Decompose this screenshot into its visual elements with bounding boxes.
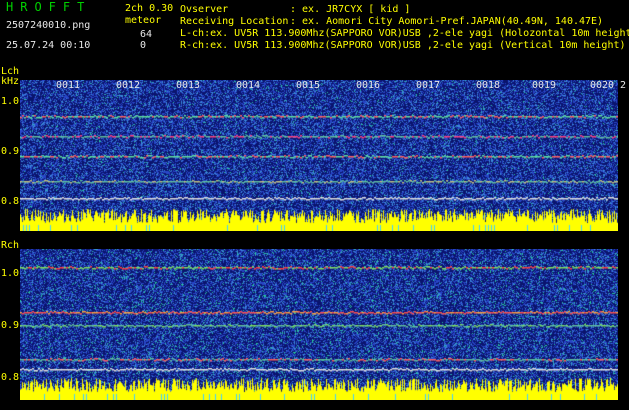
observer-value: : ex. JR7CYX [ kid ] — [290, 4, 411, 15]
time-tick: 0013 — [176, 80, 201, 91]
time-tick: 0018 — [476, 80, 501, 91]
lch-count: 64 — [140, 29, 153, 40]
time-tick: 2 — [620, 80, 627, 91]
rch-info-line: R-ch:ex. UV5R 113.900Mhz(SAPPORO VOR)USB… — [180, 40, 626, 51]
lch-ytick-1: 1.0 — [1, 96, 20, 107]
observer-label: Ovserver — [180, 4, 229, 15]
lch-ytick-3: 0.8 — [1, 196, 20, 207]
lch-ytick-2: 0.9 — [1, 146, 20, 157]
time-tick: 0015 — [296, 80, 321, 91]
rch-ytick-2: 0.9 — [1, 320, 20, 331]
lch-spectrogram — [20, 80, 618, 231]
time-tick: 0014 — [236, 80, 261, 91]
time-tick: 0011 — [56, 80, 81, 91]
mode-label: meteor — [125, 15, 162, 26]
time-tick: 0012 — [116, 80, 141, 91]
location-value: : ex. Aomori City Aomori-Pref.JAPAN(40.4… — [290, 16, 604, 27]
rch-title: Rch — [1, 240, 20, 251]
rch-count: 0 — [140, 40, 147, 51]
lch-info-line: L-ch:ex. UV5R 113.900Mhz(SAPPORO VOR)USB… — [180, 28, 629, 39]
time-tick: 0020 — [590, 80, 615, 91]
datetime-label: 25.07.24 00:10 — [6, 40, 91, 51]
lch-unit: kHz — [1, 76, 20, 87]
rch-spectrogram — [20, 249, 618, 400]
version-label: 2ch 0.30 — [125, 3, 174, 14]
time-tick: 0017 — [416, 80, 441, 91]
rch-ytick-3: 0.8 — [1, 372, 20, 383]
location-label: Receiving Location — [180, 16, 289, 27]
app-name: HROFFT — [6, 0, 92, 14]
filename-label: 2507240010.png — [6, 20, 91, 31]
rch-ytick-1: 1.0 — [1, 268, 20, 279]
time-tick: 0016 — [356, 80, 381, 91]
time-tick: 0019 — [532, 80, 557, 91]
